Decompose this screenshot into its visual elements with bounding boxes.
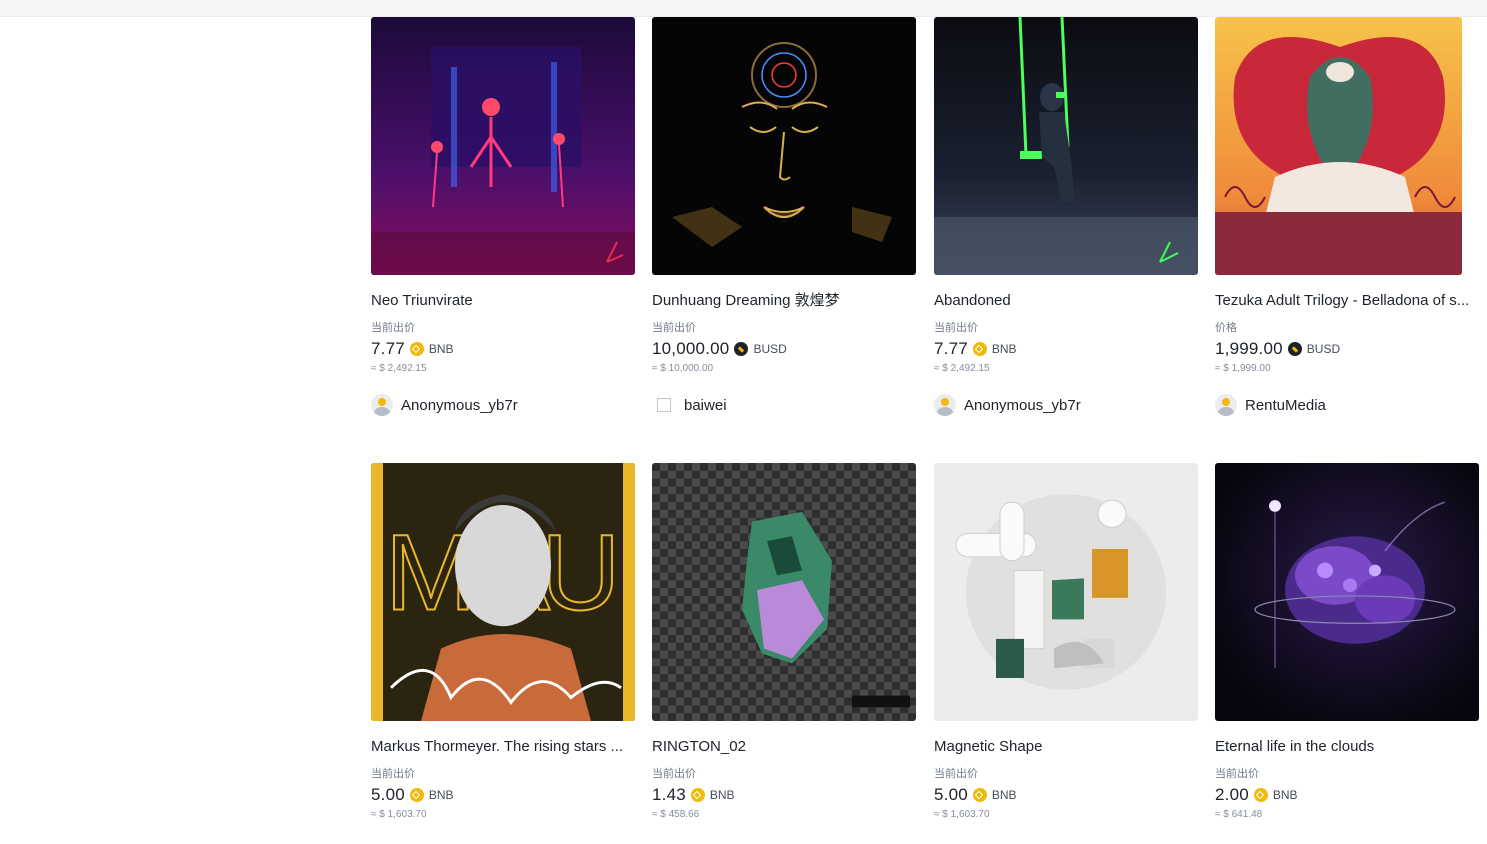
nft-title[interactable]: Neo Triunvirate bbox=[371, 292, 635, 310]
broken-image-avatar-icon bbox=[657, 398, 671, 412]
creator-link[interactable]: Anonymous_yb7r bbox=[934, 394, 1198, 416]
usd-equivalent: ≈ $ 10,000.00 bbox=[652, 363, 714, 374]
price-row: 7.77 BNB bbox=[934, 338, 1198, 360]
price-value: 7.77 bbox=[934, 339, 968, 358]
busd-coin-icon bbox=[1287, 342, 1302, 356]
nft-title[interactable]: Tezuka Adult Trilogy - Belladona of s... bbox=[1215, 292, 1479, 310]
nft-image-crystal-cloud[interactable] bbox=[1215, 463, 1479, 721]
currency-label: BUSD bbox=[753, 342, 787, 356]
price-row: 10,000.00 BUSD bbox=[652, 338, 916, 360]
price-value: 2.00 bbox=[1215, 785, 1249, 804]
default-avatar-icon bbox=[1215, 394, 1237, 416]
nft-card[interactable]: Neo Triunvirate 当前出价 7.77 BNB ≈ $ 2,492.… bbox=[371, 17, 635, 416]
top-nav-bar bbox=[0, 0, 1487, 17]
nft-card[interactable]: Dunhuang Dreaming 敦煌梦 当前出价 10,000.00 BUS… bbox=[652, 17, 916, 416]
price-value: 1.43 bbox=[652, 785, 686, 804]
nft-title[interactable]: Eternal life in the clouds bbox=[1215, 738, 1479, 756]
usd-equivalent: ≈ $ 1,999.00 bbox=[1215, 363, 1271, 374]
default-avatar-icon bbox=[934, 394, 956, 416]
nft-card[interactable]: Eternal life in the clouds 当前出价 2.00 BNB… bbox=[1215, 463, 1479, 821]
busd-coin-icon bbox=[734, 342, 749, 356]
nft-card[interactable]: MA US Markus Thormeyer. The rising stars… bbox=[371, 463, 635, 821]
nft-title[interactable]: RINGTON_02 bbox=[652, 738, 916, 756]
price-row: 1,999.00 BUSD bbox=[1215, 338, 1479, 360]
price-value: 7.77 bbox=[371, 339, 405, 358]
nft-image-watercolor[interactable] bbox=[1215, 17, 1462, 275]
svg-text:US: US bbox=[541, 514, 635, 634]
currency-label: BNB bbox=[428, 788, 454, 802]
currency-label: BNB bbox=[709, 788, 735, 802]
price-row: 2.00 BNB bbox=[1215, 784, 1479, 806]
creator-link[interactable]: RentuMedia bbox=[1215, 394, 1479, 416]
nft-image-golden-face[interactable] bbox=[652, 17, 916, 275]
price-value: 1,999.00 bbox=[1215, 339, 1283, 358]
creator-name[interactable]: baiwei bbox=[684, 397, 727, 414]
creator-name[interactable]: Anonymous_yb7r bbox=[964, 397, 1081, 414]
nft-title[interactable]: Markus Thormeyer. The rising stars ... bbox=[371, 738, 635, 756]
currency-label: BNB bbox=[991, 788, 1017, 802]
nft-title[interactable]: Magnetic Shape bbox=[934, 738, 1198, 756]
creator-link[interactable]: baiwei bbox=[652, 394, 916, 416]
nft-image-magnetic-shapes[interactable] bbox=[934, 463, 1198, 721]
nft-image-neon-dancers[interactable] bbox=[371, 17, 635, 275]
nft-card[interactable]: Abandoned 当前出价 7.77 BNB ≈ $ 2,492.15 Ano… bbox=[934, 17, 1198, 416]
usd-equivalent: ≈ $ 1,603.70 bbox=[934, 809, 990, 820]
currency-label: BNB bbox=[991, 342, 1017, 356]
bnb-coin-icon bbox=[409, 342, 424, 356]
default-avatar-icon bbox=[371, 394, 393, 416]
price-label: 当前出价 bbox=[934, 768, 978, 780]
price-label: 当前出价 bbox=[652, 322, 696, 334]
price-label: 当前出价 bbox=[652, 768, 696, 780]
price-row: 7.77 BNB bbox=[371, 338, 635, 360]
creator-name[interactable]: RentuMedia bbox=[1245, 397, 1326, 414]
price-label: 当前出价 bbox=[934, 322, 978, 334]
usd-equivalent: ≈ $ 1,603.70 bbox=[371, 809, 427, 820]
price-value: 10,000.00 bbox=[652, 339, 730, 358]
price-label: 价格 bbox=[1215, 322, 1237, 334]
usd-equivalent: ≈ $ 2,492.15 bbox=[371, 363, 427, 374]
price-value: 5.00 bbox=[371, 785, 405, 804]
nft-image-glitch-skull[interactable] bbox=[652, 463, 916, 721]
nft-image-swing-astronaut[interactable] bbox=[934, 17, 1198, 275]
bnb-coin-icon bbox=[1253, 788, 1268, 802]
creator-link[interactable]: Anonymous_yb7r bbox=[371, 394, 635, 416]
currency-label: BNB bbox=[428, 342, 454, 356]
nft-card[interactable]: RINGTON_02 当前出价 1.43 BNB ≈ $ 458.66 bbox=[652, 463, 916, 821]
price-row: 1.43 BNB bbox=[652, 784, 916, 806]
nft-title[interactable]: Dunhuang Dreaming 敦煌梦 bbox=[652, 292, 916, 310]
nft-card[interactable]: Magnetic Shape 当前出价 5.00 BNB ≈ $ 1,603.7… bbox=[934, 463, 1198, 821]
price-value: 5.00 bbox=[934, 785, 968, 804]
currency-label: BNB bbox=[1272, 788, 1298, 802]
nft-image-portrait-poster[interactable]: MA US bbox=[371, 463, 635, 721]
price-label: 当前出价 bbox=[1215, 768, 1259, 780]
usd-equivalent: ≈ $ 2,492.15 bbox=[934, 363, 990, 374]
bnb-coin-icon bbox=[690, 788, 705, 802]
currency-label: BUSD bbox=[1306, 342, 1341, 356]
price-row: 5.00 BNB bbox=[934, 784, 1198, 806]
price-label: 当前出价 bbox=[371, 322, 415, 334]
price-label: 当前出价 bbox=[371, 768, 415, 780]
nft-title[interactable]: Abandoned bbox=[934, 292, 1198, 310]
usd-equivalent: ≈ $ 641.48 bbox=[1215, 809, 1263, 820]
nft-card[interactable]: Tezuka Adult Trilogy - Belladona of s...… bbox=[1215, 17, 1479, 416]
usd-equivalent: ≈ $ 458.66 bbox=[652, 809, 700, 820]
bnb-coin-icon bbox=[972, 342, 987, 356]
creator-name[interactable]: Anonymous_yb7r bbox=[401, 397, 518, 414]
price-row: 5.00 BNB bbox=[371, 784, 635, 806]
bnb-coin-icon bbox=[409, 788, 424, 802]
bnb-coin-icon bbox=[972, 788, 987, 802]
